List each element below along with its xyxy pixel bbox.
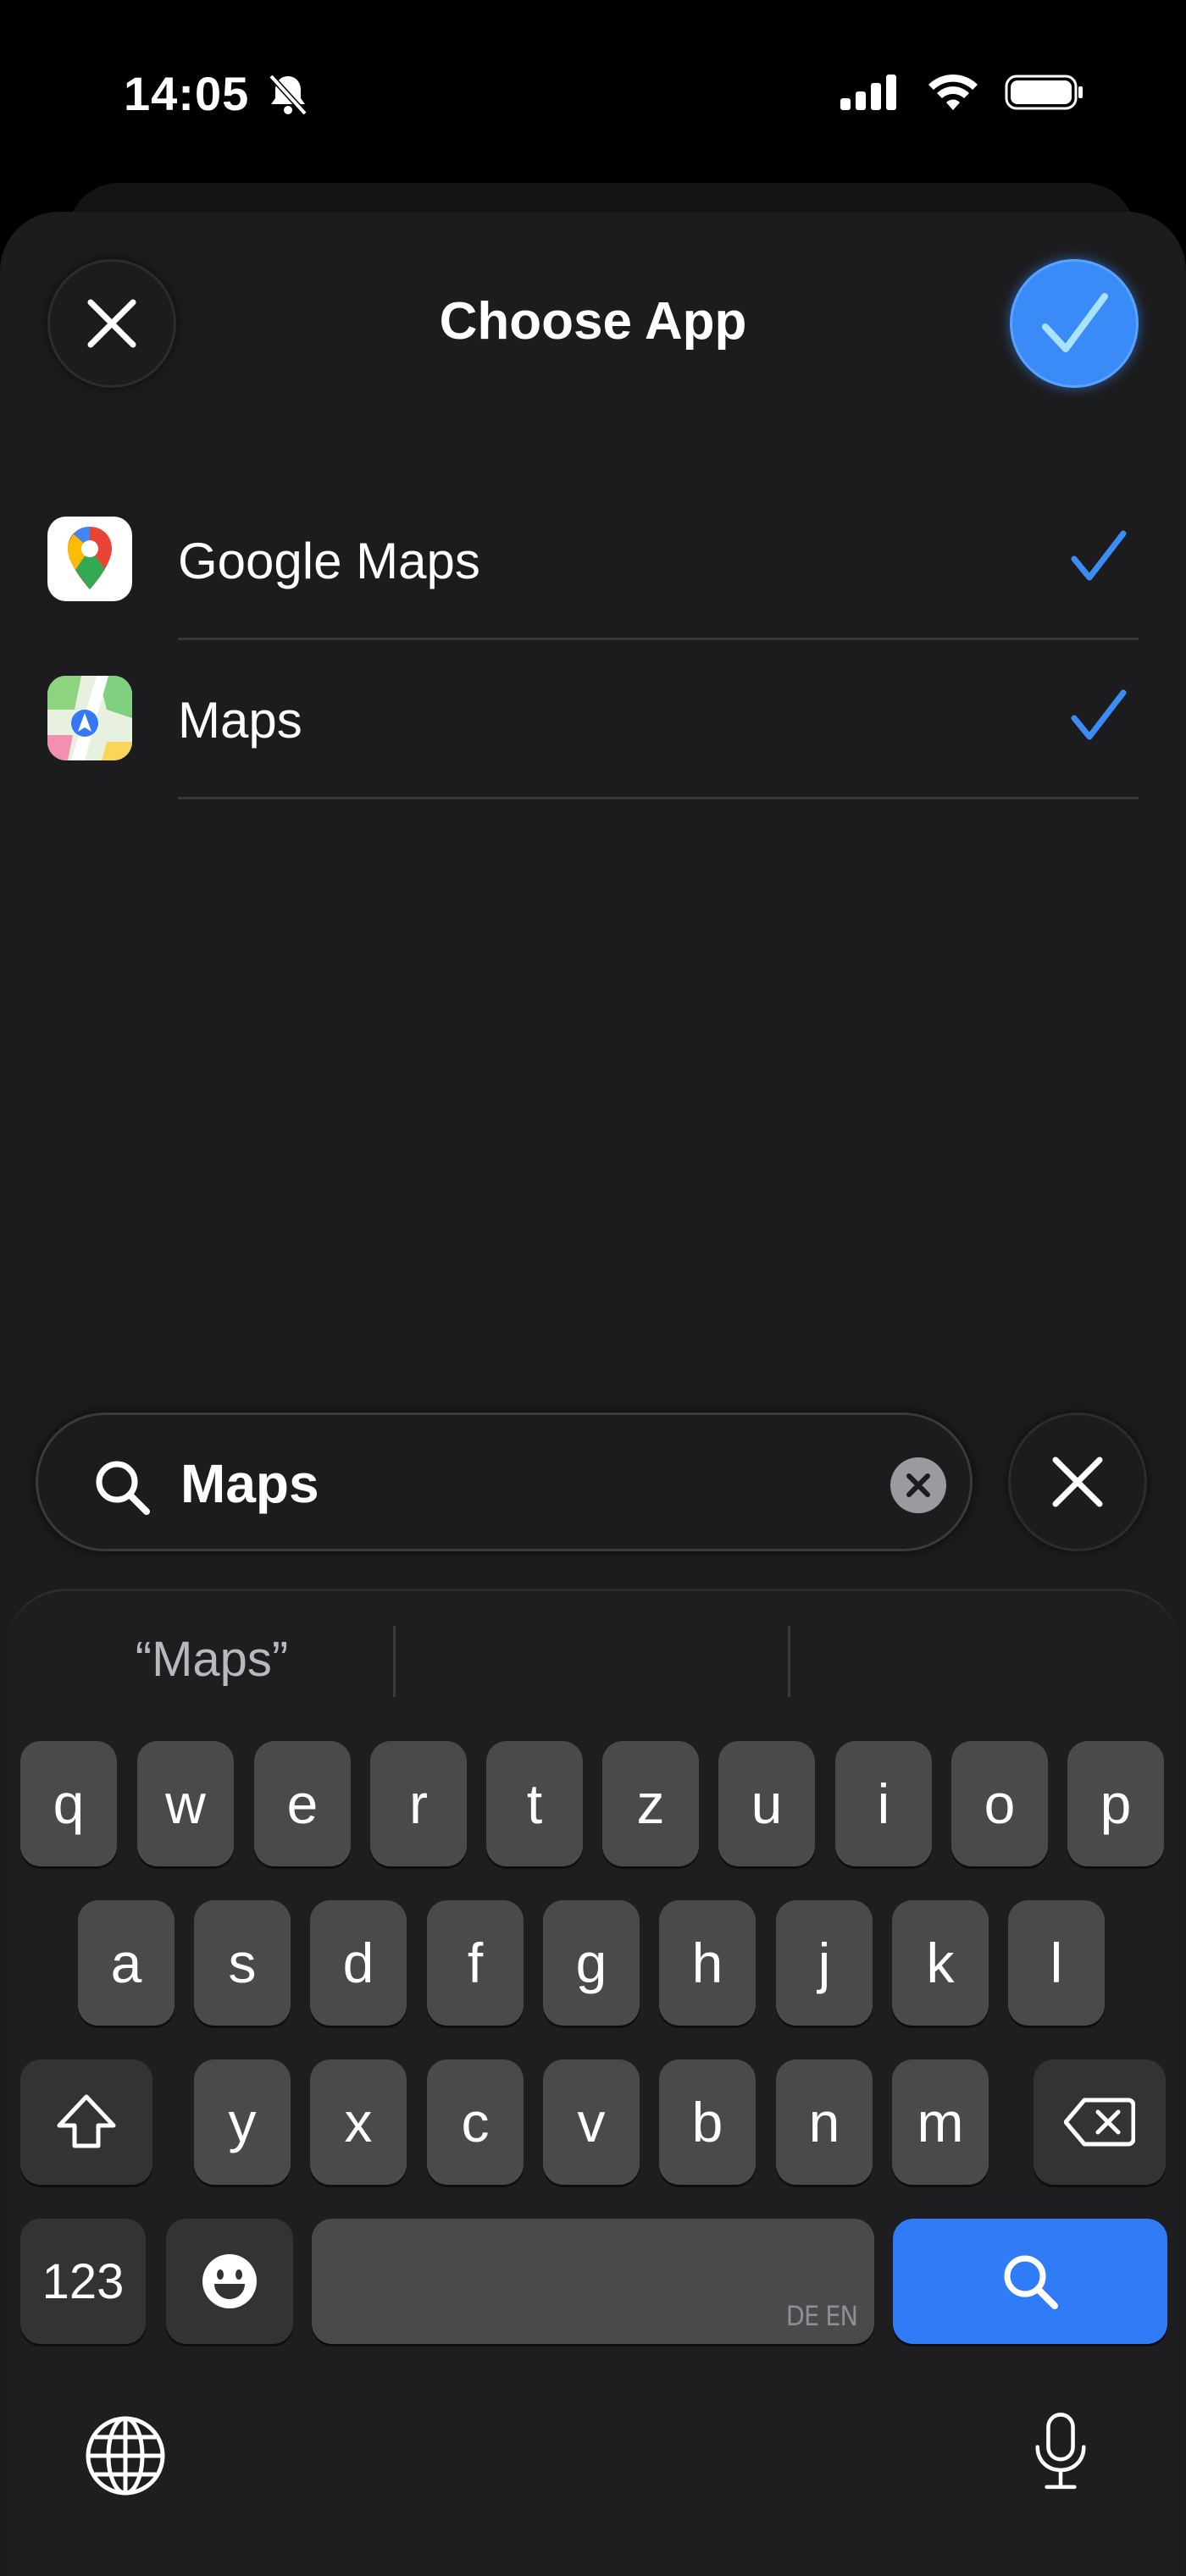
app-name: Maps xyxy=(178,692,302,749)
checkmark-icon xyxy=(1071,689,1127,740)
key-r[interactable]: r xyxy=(370,1741,467,1866)
backspace-key[interactable] xyxy=(1034,2059,1166,2185)
suggestion-divider xyxy=(393,1626,396,1697)
key-b[interactable]: b xyxy=(659,2059,756,2185)
screen: 14:05 Choose App Google Maps Maps Maps “… xyxy=(0,0,1186,2576)
shift-icon xyxy=(57,2094,116,2148)
key-m[interactable]: m xyxy=(892,2059,989,2185)
globe-icon[interactable] xyxy=(83,2413,168,2498)
search-icon xyxy=(96,1461,150,1515)
key-s[interactable]: s xyxy=(194,1900,291,2026)
numbers-key[interactable]: 123 xyxy=(20,2219,146,2344)
list-item-google-maps[interactable]: Google Maps xyxy=(0,481,1186,640)
clear-text-icon[interactable] xyxy=(889,1456,948,1515)
cellular-signal-icon xyxy=(840,75,896,110)
checkmark-icon xyxy=(1071,530,1127,581)
google-maps-app-icon xyxy=(47,517,132,601)
key-g[interactable]: g xyxy=(543,1900,640,2026)
key-d[interactable]: d xyxy=(310,1900,407,2026)
keyboard-languages: DE EN xyxy=(785,2300,858,2332)
key-a[interactable]: a xyxy=(78,1900,175,2026)
backspace-icon xyxy=(1064,2098,1135,2147)
apple-maps-app-icon xyxy=(47,676,132,760)
checkmark-icon xyxy=(1042,293,1108,352)
key-u[interactable]: u xyxy=(718,1741,815,1866)
key-w[interactable]: w xyxy=(137,1741,234,1866)
key-h[interactable]: h xyxy=(659,1900,756,2026)
key-o[interactable]: o xyxy=(951,1741,1048,1866)
search-key[interactable] xyxy=(893,2219,1167,2344)
key-i[interactable]: i xyxy=(835,1741,932,1866)
wifi-icon xyxy=(928,74,978,110)
search-icon xyxy=(1004,2255,1058,2309)
confirm-button[interactable] xyxy=(1010,259,1139,388)
suggestion-3[interactable] xyxy=(791,1621,1156,1697)
key-f[interactable]: f xyxy=(427,1900,524,2026)
cancel-search-button[interactable] xyxy=(1008,1412,1147,1551)
shift-key[interactable] xyxy=(20,2059,152,2185)
close-icon xyxy=(1052,1457,1103,1507)
status-icons xyxy=(839,73,1084,112)
key-c[interactable]: c xyxy=(427,2059,524,2185)
app-name: Google Maps xyxy=(178,533,480,589)
key-p[interactable]: p xyxy=(1067,1741,1164,1866)
page-title: Choose App xyxy=(439,292,747,351)
key-z[interactable]: z xyxy=(602,1741,699,1866)
key-l[interactable]: l xyxy=(1008,1900,1105,2026)
key-y[interactable]: y xyxy=(194,2059,291,2185)
emoji-icon xyxy=(202,2254,257,2308)
key-j[interactable]: j xyxy=(776,1900,873,2026)
key-k[interactable]: k xyxy=(892,1900,989,2026)
separator xyxy=(178,797,1139,799)
search-value: Maps xyxy=(180,1453,319,1514)
search-input[interactable]: Maps xyxy=(36,1412,973,1551)
key-v[interactable]: v xyxy=(543,2059,640,2185)
emoji-key[interactable] xyxy=(166,2219,293,2344)
key-t[interactable]: t xyxy=(486,1741,583,1866)
key-q[interactable]: q xyxy=(20,1741,117,1866)
microphone-icon[interactable] xyxy=(1018,2410,1103,2495)
suggestion-1[interactable]: “Maps” xyxy=(34,1621,390,1697)
suggestion-divider xyxy=(788,1626,790,1697)
key-n[interactable]: n xyxy=(776,2059,873,2185)
silent-mode-icon xyxy=(269,74,308,116)
key-x[interactable]: x xyxy=(310,2059,407,2185)
list-item-maps[interactable]: Maps xyxy=(0,640,1186,799)
key-e[interactable]: e xyxy=(254,1741,351,1866)
space-key[interactable]: DE EN xyxy=(312,2219,874,2344)
status-time: 14:05 xyxy=(124,67,250,120)
battery-icon xyxy=(1005,75,1083,110)
suggestion-2[interactable] xyxy=(396,1621,788,1697)
